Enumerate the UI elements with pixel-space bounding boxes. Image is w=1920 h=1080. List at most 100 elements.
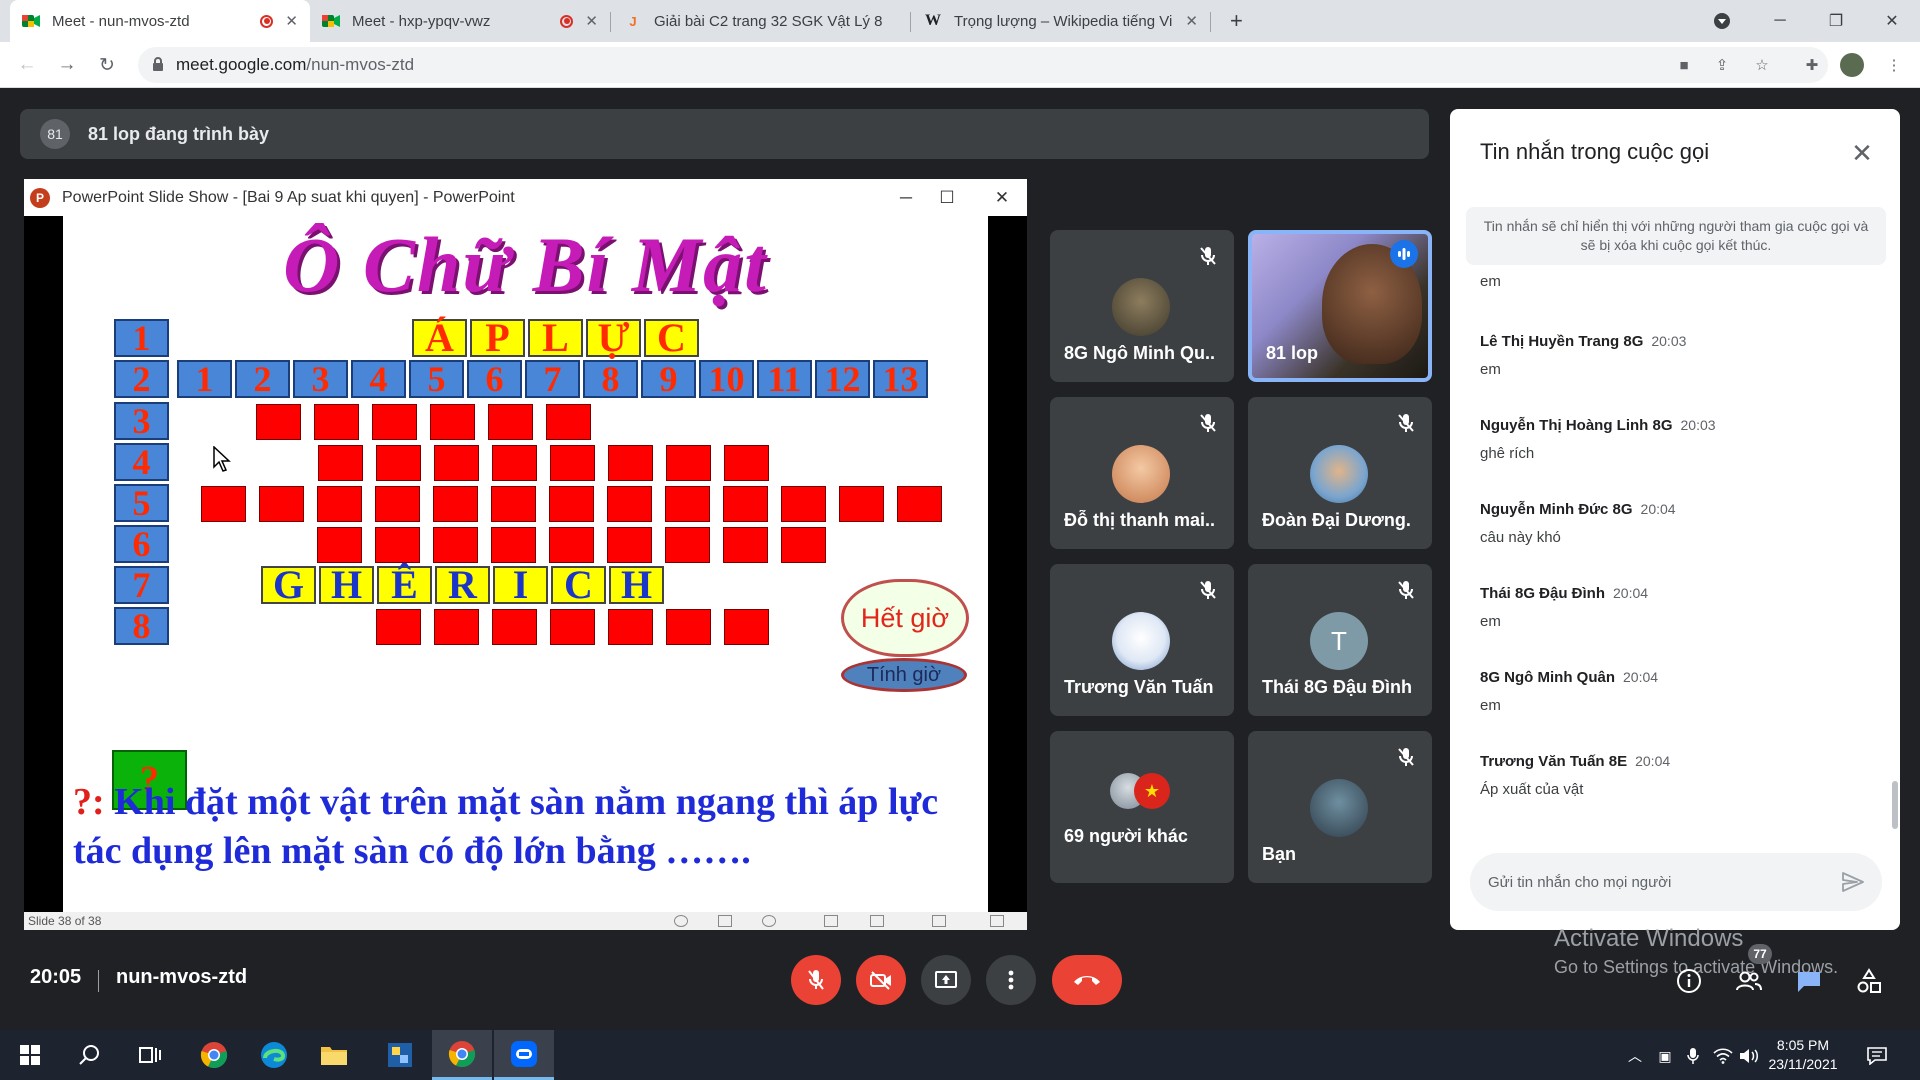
hidden-letter-cell bbox=[434, 445, 479, 481]
hidden-letter-cell bbox=[259, 486, 304, 522]
close-icon[interactable]: ✕ bbox=[1842, 133, 1882, 173]
people-count-badge: 77 bbox=[1748, 944, 1772, 964]
windows-start-icon[interactable] bbox=[0, 1030, 60, 1080]
message-text: em bbox=[1480, 697, 1501, 714]
avatar: T bbox=[1310, 612, 1368, 670]
browser-menu-icon[interactable]: ⋮ bbox=[1882, 53, 1906, 77]
message-text: Áp xuất của vật bbox=[1480, 781, 1584, 798]
browser-tab[interactable]: Meet - hxp-ypqv-vwz ✕ bbox=[310, 0, 610, 42]
camera-toggle-button[interactable] bbox=[856, 955, 906, 1005]
restore-icon[interactable]: ❐ bbox=[1808, 0, 1864, 42]
url-path: /nun-mvos-ztd bbox=[306, 55, 415, 74]
participant-tile[interactable]: Đoàn Đại Dương... bbox=[1248, 397, 1432, 549]
people-icon[interactable] bbox=[1734, 966, 1764, 996]
forward-icon[interactable]: → bbox=[52, 50, 82, 80]
search-icon[interactable] bbox=[60, 1030, 120, 1080]
volume-icon[interactable] bbox=[1738, 1045, 1760, 1067]
close-tab-icon[interactable]: ✕ bbox=[285, 12, 298, 30]
mic-off-icon bbox=[1394, 745, 1418, 769]
chat-message: 8G Ngô Minh Quân 20:04 em bbox=[1480, 669, 1880, 714]
edge-icon[interactable] bbox=[244, 1030, 304, 1080]
message-sender: Thái 8G Đậu Đình bbox=[1480, 585, 1606, 602]
message-time: 20:04 bbox=[1640, 501, 1676, 517]
chat-scrollbar[interactable] bbox=[1892, 781, 1898, 829]
participant-tile[interactable]: T Thái 8G Đậu Đình bbox=[1248, 564, 1432, 716]
back-icon[interactable]: ← bbox=[12, 50, 42, 80]
camera-icon[interactable]: ■ bbox=[1672, 53, 1696, 77]
browser-tab[interactable]: Meet - nun-mvos-ztd ✕ bbox=[10, 0, 310, 42]
hidden-letter-cell bbox=[376, 445, 421, 481]
bookmark-star-icon[interactable]: ☆ bbox=[1750, 53, 1774, 77]
tray-chevron-icon[interactable]: ︿ bbox=[1624, 1045, 1646, 1067]
close-window-icon[interactable]: ✕ bbox=[1864, 0, 1920, 42]
profile-avatar[interactable] bbox=[1840, 53, 1864, 77]
extensions-icon[interactable]: ✚ bbox=[1800, 53, 1824, 77]
row-number: 7 bbox=[114, 566, 169, 604]
notifications-icon[interactable] bbox=[1866, 1045, 1888, 1067]
hidden-letter-cell bbox=[317, 527, 362, 563]
meeting-details-icon[interactable] bbox=[1674, 966, 1704, 996]
hidden-letter-cell bbox=[430, 404, 475, 440]
participant-tile[interactable]: 8G Ngô Minh Qu... bbox=[1050, 230, 1234, 382]
participant-tile-speaking[interactable]: 81 lop bbox=[1248, 230, 1432, 382]
chat-message-list[interactable]: em Lê Thị Huyền Trang 8G 20:03 em Nguyễn … bbox=[1450, 269, 1900, 839]
mic-off-icon bbox=[1196, 578, 1220, 602]
send-icon[interactable] bbox=[1840, 869, 1866, 895]
chrome-active-icon[interactable] bbox=[432, 1030, 492, 1080]
chat-icon[interactable] bbox=[1794, 966, 1824, 996]
message-time: 20:04 bbox=[1613, 585, 1649, 601]
j-site-icon: J bbox=[629, 13, 637, 29]
tray-mic-icon[interactable] bbox=[1682, 1045, 1704, 1067]
url-host: meet.google.com bbox=[176, 55, 307, 74]
app-icon[interactable] bbox=[370, 1030, 430, 1080]
self-tile[interactable]: Bạn bbox=[1248, 731, 1432, 883]
chat-message: Thái 8G Đậu Đình 20:04 em bbox=[1480, 585, 1880, 630]
column-number: 6 bbox=[467, 360, 522, 398]
hidden-letter-cell bbox=[201, 486, 246, 522]
url-bar[interactable]: meet.google.com/nun-mvos-ztd bbox=[138, 47, 1828, 83]
answer-letter: P bbox=[470, 318, 525, 358]
present-screen-button[interactable] bbox=[921, 955, 971, 1005]
close-tab-icon[interactable]: ✕ bbox=[1185, 12, 1198, 30]
hidden-letter-cell bbox=[607, 486, 652, 522]
mic-toggle-button[interactable] bbox=[791, 955, 841, 1005]
more-options-button[interactable] bbox=[986, 955, 1036, 1005]
column-number: 8 bbox=[583, 360, 638, 398]
hidden-letter-cell bbox=[314, 404, 359, 440]
tray-device-icon[interactable]: ▣ bbox=[1654, 1045, 1676, 1067]
reload-icon[interactable]: ↻ bbox=[92, 50, 122, 80]
minimize-icon[interactable]: ─ bbox=[1752, 0, 1808, 42]
end-call-button[interactable] bbox=[1052, 955, 1122, 1005]
chat-message-input[interactable]: Gửi tin nhắn cho mọi người bbox=[1470, 853, 1882, 911]
activities-icon[interactable] bbox=[1854, 966, 1884, 996]
wifi-icon[interactable] bbox=[1712, 1045, 1734, 1067]
participant-tile[interactable]: Trương Văn Tuấn... bbox=[1050, 564, 1234, 716]
message-time: 20:03 bbox=[1680, 417, 1716, 433]
participant-name: Đỗ thị thanh mai... bbox=[1064, 510, 1214, 530]
message-sender: Lê Thị Huyền Trang 8G bbox=[1480, 333, 1644, 350]
new-tab-button[interactable]: + bbox=[1218, 0, 1252, 42]
browser-tab[interactable]: J Giải bài C2 trang 32 SGK Vật Lý 8 bbox=[612, 0, 910, 42]
system-clock[interactable]: 8:05 PM 23/11/2021 bbox=[1758, 1036, 1848, 1074]
close-icon: ✕ bbox=[994, 187, 1010, 207]
presenter-banner: 81 81 lop đang trình bày bbox=[20, 109, 1429, 159]
hidden-letter-cell bbox=[433, 527, 478, 563]
browser-tab[interactable]: W Trọng lượng – Wikipedia tiếng Việt ✕ bbox=[912, 0, 1210, 42]
presenter-avatar: 81 bbox=[40, 119, 70, 149]
column-number: 7 bbox=[525, 360, 580, 398]
hidden-letter-cell bbox=[491, 486, 536, 522]
hidden-letter-cell bbox=[608, 445, 653, 481]
chrome-icon[interactable] bbox=[184, 1030, 244, 1080]
task-view-icon[interactable] bbox=[120, 1030, 180, 1080]
hidden-letter-cell bbox=[723, 527, 768, 563]
answer-letter: R bbox=[435, 565, 490, 605]
file-explorer-icon[interactable] bbox=[304, 1030, 364, 1080]
zalo-icon[interactable] bbox=[494, 1030, 554, 1080]
share-icon[interactable]: ⇪ bbox=[1710, 53, 1734, 77]
tab-search-icon[interactable] bbox=[1694, 0, 1750, 42]
participant-tile[interactable]: Đỗ thị thanh mai... bbox=[1050, 397, 1234, 549]
close-tab-icon[interactable]: ✕ bbox=[585, 12, 598, 30]
accessibility-icon bbox=[674, 915, 688, 927]
answer-letter: C bbox=[551, 565, 606, 605]
others-tile[interactable]: ★ 69 người khác bbox=[1050, 731, 1234, 883]
